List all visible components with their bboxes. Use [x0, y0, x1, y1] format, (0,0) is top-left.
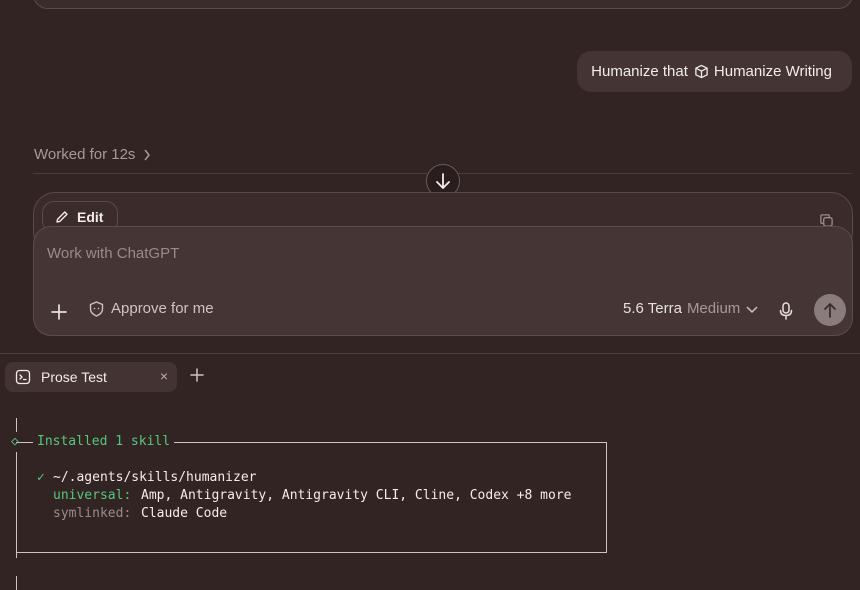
worked-summary[interactable]: Worked for 12s — [34, 146, 151, 163]
skill-path: ~/.agents/skills/humanizer — [53, 470, 257, 485]
terminal-tab[interactable]: Prose Test × — [5, 362, 177, 392]
tree-line — [16, 418, 17, 432]
approve-for-me-button[interactable]: Approve for me — [89, 300, 214, 317]
symlinked-key: symlinked: — [53, 506, 132, 521]
skill-cube-icon — [695, 64, 708, 79]
close-tab-icon[interactable]: × — [160, 368, 168, 384]
universal-value: Amp, Antigravity, Antigravity CLI, Cline… — [141, 488, 572, 503]
composer-input[interactable]: Work with ChatGPT — [47, 245, 179, 262]
model-effort: Medium — [686, 300, 741, 317]
approve-label: Approve for me — [111, 300, 214, 317]
terminal-output: ◇ Installed 1 skill ✓ ~/.agents/skills/h… — [0, 400, 860, 590]
new-tab-icon[interactable] — [189, 367, 205, 383]
chevron-down-icon — [746, 305, 758, 313]
model-selector[interactable]: 5.6 Terra Medium — [623, 300, 759, 317]
pencil-icon — [56, 211, 68, 223]
check-icon: ✓ — [37, 470, 45, 485]
arrow-down-icon — [436, 173, 450, 189]
previous-message-card — [33, 0, 853, 9]
install-header: Installed 1 skill — [33, 434, 175, 449]
skill-name: Humanize Writing — [713, 63, 832, 80]
terminal-tab-label: Prose Test — [41, 369, 107, 385]
send-button[interactable] — [814, 294, 846, 326]
user-message-bubble: Humanize that Humanize Writing — [577, 51, 852, 92]
plus-icon[interactable] — [50, 303, 68, 321]
symlinked-value: Claude Code — [141, 506, 228, 521]
chevron-right-icon — [144, 149, 151, 160]
header-symbol: ◇ — [11, 434, 19, 449]
universal-key: universal: — [53, 488, 132, 503]
terminal-icon — [15, 369, 31, 385]
model-name: 5.6 Terra — [623, 300, 682, 317]
mic-icon[interactable] — [779, 302, 793, 320]
panel-divider — [0, 353, 860, 354]
worked-label: Worked for 12s — [34, 146, 136, 163]
edit-label: Edit — [77, 209, 104, 225]
tree-line — [16, 576, 17, 590]
composer: Work with ChatGPT Approve for me 5.6 Ter… — [33, 226, 853, 336]
shield-icon — [89, 300, 104, 317]
skill-reference[interactable]: Humanize Writing — [694, 63, 832, 80]
user-message-text: Humanize that — [591, 63, 688, 80]
arrow-up-icon — [824, 303, 836, 318]
